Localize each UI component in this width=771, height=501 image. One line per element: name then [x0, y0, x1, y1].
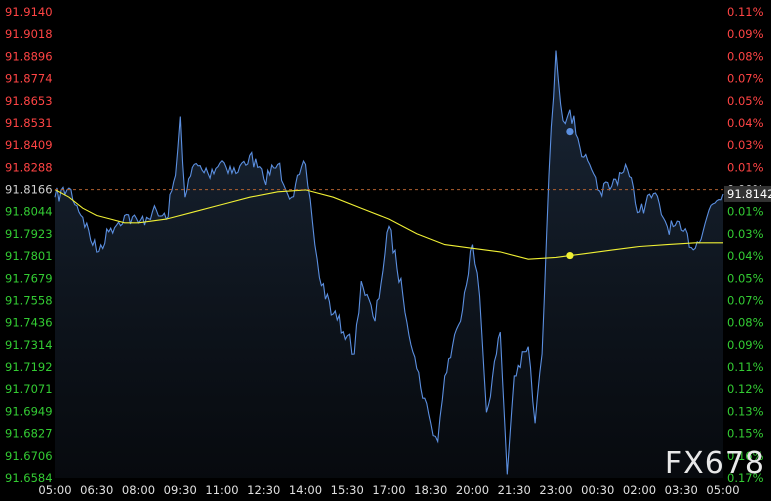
y-tick-right: 0.01%	[727, 205, 764, 219]
y-tick-right: 0.07%	[727, 72, 764, 86]
y-tick-right: 0.04%	[727, 249, 764, 263]
y-tick-left: 91.7314	[5, 338, 53, 352]
y-tick-left: 91.7071	[5, 382, 53, 396]
price-area	[55, 50, 723, 478]
y-tick-left: 91.6949	[5, 404, 53, 418]
y-tick-right: 0.13%	[727, 404, 764, 418]
x-tick-label: 02:00	[623, 483, 656, 497]
x-tick-label: 11:00	[205, 483, 238, 497]
y-tick-left: 91.7436	[5, 316, 53, 330]
y-tick-left: 91.8896	[5, 49, 53, 63]
x-axis: 05:00 06:30 08:00 09:30 11:00 12:30 14:00 15:30…	[38, 483, 739, 497]
y-axis-right: 0.11% 0.09% 0.08% 0.07% 0.05% 0.04% 0.03% 0.01%…	[727, 5, 764, 485]
y-tick-left: 91.8409	[5, 138, 53, 152]
x-tick-label: 08:00	[122, 483, 155, 497]
y-tick-left: 91.9140	[5, 5, 53, 19]
watermark-logo: FX678	[664, 446, 765, 481]
y-tick-right: 0.01%	[727, 160, 764, 174]
y-tick-left: 91.6706	[5, 449, 53, 463]
x-tick-label: 05:00	[38, 483, 71, 497]
y-tick-right: 0.12%	[727, 382, 764, 396]
y-tick-left: 91.8653	[5, 94, 53, 108]
x-tick-label: 06:30	[80, 483, 113, 497]
y-tick-right: 0.03%	[727, 227, 764, 241]
y-tick-right: 0.11%	[727, 5, 764, 19]
y-tick-left: 91.7192	[5, 360, 53, 374]
y-tick-left: 91.8531	[5, 116, 53, 130]
y-tick-left: 91.8044	[5, 205, 53, 219]
x-tick-label: 00:30	[581, 483, 614, 497]
y-tick-left: 91.6827	[5, 427, 53, 441]
last-price-tag: 91.8142	[724, 185, 771, 202]
x-tick-label: 14:00	[289, 483, 322, 497]
x-tick-label: 20:00	[456, 483, 489, 497]
x-tick-label: 09:30	[164, 483, 197, 497]
x-tick-label: 12:30	[247, 483, 280, 497]
y-tick-right: 0.11%	[727, 360, 764, 374]
y-tick-right: 0.03%	[727, 138, 764, 152]
y-tick-right: 0.08%	[727, 49, 764, 63]
y-tick-left: 91.8774	[5, 72, 53, 86]
series-marker-1	[566, 251, 574, 260]
x-tick-label: 15:30	[331, 483, 364, 497]
y-tick-left: 91.7923	[5, 227, 53, 241]
last-price-text: 91.8142	[727, 187, 771, 201]
y-tick-right: 0.05%	[727, 94, 764, 108]
y-tick-right: 0.08%	[727, 316, 764, 330]
y-tick-right: 0.05%	[727, 271, 764, 285]
y-tick-right: 0.04%	[727, 116, 764, 130]
y-tick-right: 0.15%	[727, 427, 764, 441]
y-tick-left: 91.7679	[5, 271, 53, 285]
y-tick-left: 91.8288	[5, 160, 53, 174]
price-area-fill	[55, 50, 723, 478]
y-tick-left: 91.7558	[5, 293, 53, 307]
x-tick-label: 17:00	[372, 483, 405, 497]
x-tick-label: 05:00	[706, 483, 739, 497]
x-tick-label: 23:00	[539, 483, 572, 497]
x-tick-label: 21:30	[498, 483, 531, 497]
y-tick-right: 0.09%	[727, 27, 764, 41]
series-marker-0	[566, 127, 574, 136]
y-tick-right: 0.09%	[727, 338, 764, 352]
y-axis-left: 91.9140 91.9018 91.8896 91.8774 91.8653 91.85…	[5, 5, 53, 485]
price-chart: 91.9140 91.9018 91.8896 91.8774 91.8653 91.85…	[5, 5, 771, 497]
y-tick-right: 0.07%	[727, 293, 764, 307]
x-tick-label: 18:30	[414, 483, 447, 497]
y-tick-left: 91.9018	[5, 27, 53, 41]
x-tick-label: 03:30	[665, 483, 698, 497]
y-tick-left: 91.7801	[5, 249, 53, 263]
y-tick-left: 91.8166	[5, 183, 53, 197]
